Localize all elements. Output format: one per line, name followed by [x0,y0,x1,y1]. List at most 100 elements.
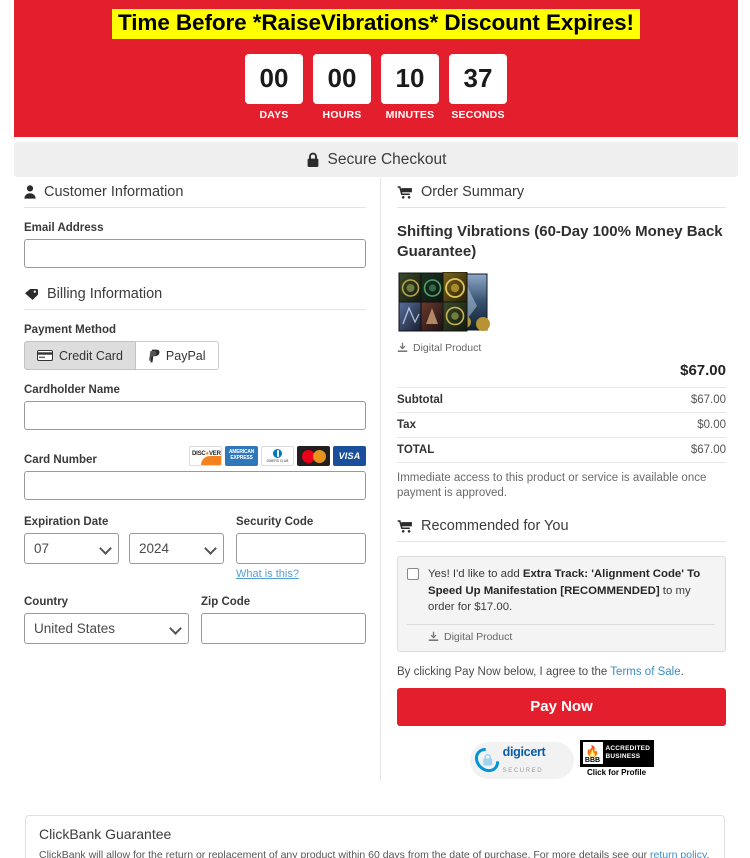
expiration-year-select[interactable]: 2024 [129,533,224,564]
country-select[interactable]: United States [24,613,189,644]
recommended-title: Recommended for You [421,518,569,535]
upsell-offer-prefix: Yes! I'd like to add [428,568,523,581]
countdown-hours-label: HOURS [322,108,362,121]
expiration-security-row: Expiration Date 07 2024 Security Code Wh… [24,516,366,582]
product-name: Shifting Vibrations (60-Day 100% Money B… [397,223,723,260]
trust-badges: digicert SECURED 🔥 BBB ACCREDITED BUSINE… [397,739,726,781]
guarantee-body-prefix: ClickBank will allow for the return or r… [39,849,651,858]
subtotal-row: Subtotal $67.00 [397,386,726,412]
guarantee-body: ClickBank will allow for the return or r… [39,849,711,858]
payment-method-credit-card[interactable]: Credit Card [24,341,136,370]
bbb-badge-top: 🔥 BBB ACCREDITED BUSINESS [579,739,654,767]
pay-now-button[interactable]: Pay Now [397,687,726,726]
amex-icon: AMERICAN EXPRESS [225,446,258,466]
countdown-unit-hours: 00 HOURS [313,53,371,121]
email-label: Email Address [24,222,104,234]
cardholder-name-input[interactable] [24,401,366,430]
lock-icon [306,152,320,168]
payment-method-label: Payment Method [24,324,117,336]
checkout-page: Time Before *RaiseVibrations* Discount E… [0,0,750,858]
expiration-month-wrap: 07 [24,533,119,564]
card-number-row: Card Number DISC●VER AMERICAN EXPRESS DIN… [24,446,366,466]
countdown-hours-value: 00 [313,53,371,104]
mastercard-icon [297,446,330,466]
upsell-offer-row: Yes! I'd like to add Extra Track: 'Align… [407,566,715,616]
upsell-delivery-row: Digital Product [407,631,715,643]
expiration-year-wrap: 2024 [129,533,224,564]
total-value: $67.00 [690,443,726,456]
terms-prefix: By clicking Pay Now below, I agree to th… [397,665,611,678]
total-row: TOTAL $67.00 [397,436,726,462]
order-summary-header: Order Summary [397,184,726,208]
checkout-columns: Customer Information Email Address Billi… [14,178,738,781]
countdown-unit-days: 00 DAYS [245,53,303,121]
tax-label: Tax [397,418,416,431]
zip-block: Zip Code [201,596,366,644]
paypal-icon [148,349,160,363]
cardholder-name-label: Cardholder Name [24,384,120,396]
countdown-seconds-label: SECONDS [451,108,505,121]
payment-method-paypal[interactable]: PayPal [135,341,219,370]
email-field-block: Email Address [24,222,366,268]
billing-column: Customer Information Email Address Billi… [14,178,380,781]
customer-information-header: Customer Information [24,184,366,208]
visa-icon: VISA [333,446,366,466]
recommended-header: Recommended for You [397,518,726,543]
credit-card-icon [37,350,53,361]
payment-method-tabs: Credit Card PayPal [24,341,366,370]
user-icon [24,185,36,199]
expiration-block: Expiration Date 07 2024 [24,516,224,582]
bbb-seal-icon: 🔥 BBB [582,742,603,765]
country-block: Country United States [24,596,189,644]
terms-of-sale-link[interactable]: Terms of Sale [610,666,680,678]
countdown-unit-minutes: 10 MINUTES [381,53,439,121]
upsell-delivery-type: Digital Product [444,630,513,643]
country-wrap: United States [24,613,189,644]
cardholder-field-block: Cardholder Name [24,384,366,430]
cart-icon [397,520,413,533]
upsell-divider [407,623,715,625]
digicert-wordmark: digicert SECURED [503,744,574,776]
countdown-days-value: 00 [245,53,303,104]
access-note: Immediate access to this product or serv… [397,461,726,503]
download-icon [428,631,439,642]
countdown-title: Time Before *RaiseVibrations* Discount E… [112,9,640,39]
payment-method-credit-card-label: Credit Card [59,348,123,363]
security-code-input[interactable] [236,533,366,564]
countdown-unit-seconds: 37 SECONDS [449,53,507,121]
what-is-this-link[interactable]: What is this? [236,568,299,580]
bbb-letters: BBB [584,757,601,765]
bbb-click-for-profile[interactable]: Click for Profile [587,768,646,777]
expiration-month-select[interactable]: 07 [24,533,119,564]
countdown-clock: 00 DAYS 00 HOURS 10 MINUTES 37 SECONDS [14,53,738,121]
cart-icon [397,185,413,199]
card-number-input[interactable] [24,471,366,500]
accepted-card-brands: DISC●VER AMERICANEXPRESS DINERS CLUB VI [189,446,366,466]
bbb-line-2: BUSINESS [605,753,641,761]
countdown-seconds-value: 37 [449,53,507,104]
card-number-label: Card Number [24,454,97,466]
product-delivery-type: Digital Product [413,341,482,354]
bbb-badge[interactable]: 🔥 BBB ACCREDITED BUSINESS Click for Prof… [579,739,654,781]
return-policy-link[interactable]: return policy [650,849,706,858]
digicert-arc-icon [469,743,504,778]
countdown-days-label: DAYS [259,108,289,121]
countdown-minutes-value: 10 [381,53,439,104]
zip-code-input[interactable] [201,613,366,644]
terms-agreement: By clicking Pay Now below, I agree to th… [397,666,726,678]
expiration-selects: 07 2024 [24,533,224,564]
countdown-banner: Time Before *RaiseVibrations* Discount E… [14,0,738,137]
tax-value: $0.00 [697,418,726,431]
discover-icon: DISC●VER [189,446,222,466]
country-label: Country [24,596,69,608]
digicert-badge[interactable]: digicert SECURED [469,741,574,779]
upsell-offer-text: Yes! I'd like to add Extra Track: 'Align… [428,566,715,616]
diners-club-icon: DINERS CLUB [261,446,294,466]
countdown-minutes-label: MINUTES [385,108,435,121]
payment-method-paypal-label: PayPal [165,348,206,363]
guarantee-body-suffix: . [706,849,710,858]
tag-icon [24,288,39,301]
customer-information-title: Customer Information [44,184,184,200]
upsell-checkbox[interactable] [407,568,419,581]
email-input[interactable] [24,239,366,268]
